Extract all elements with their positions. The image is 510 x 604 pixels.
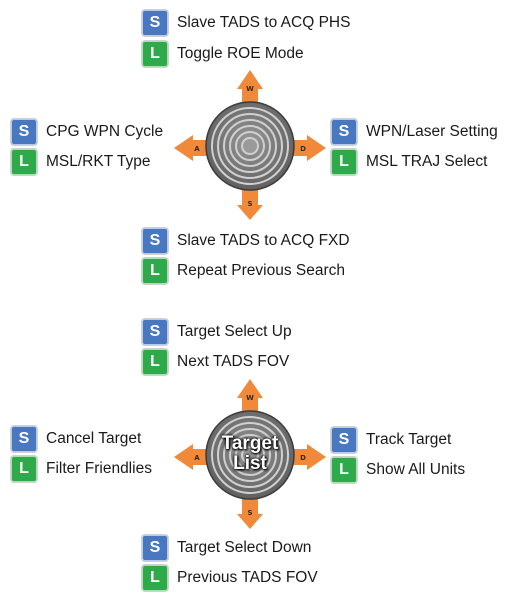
short-press-badge: S xyxy=(142,319,168,345)
long-press-badge: L xyxy=(331,149,357,175)
short-press-badge: S xyxy=(142,535,168,561)
down-long-binding: L Previous TADS FOV xyxy=(142,564,318,592)
short-press-badge: S xyxy=(331,119,357,145)
binding-label: MSL/RKT Type xyxy=(46,153,151,170)
binding-label: CPG WPN Cycle xyxy=(46,123,164,140)
left-short-binding: S CPG WPN Cycle xyxy=(11,118,163,146)
direction-letter-right: D xyxy=(300,145,306,153)
long-press-badge: L xyxy=(142,349,168,375)
short-press-badge: S xyxy=(331,427,357,453)
left-long-binding: L MSL/RKT Type xyxy=(11,148,151,176)
up-long-binding: L Next TADS FOV xyxy=(142,348,289,376)
up-long-binding: L Toggle ROE Mode xyxy=(142,40,304,68)
right-long-binding: L MSL TRAJ Select xyxy=(331,148,487,176)
up-short-binding: S Slave TADS to ACQ PHS xyxy=(142,9,350,37)
binding-label: Previous TADS FOV xyxy=(177,569,318,586)
binding-label: Cancel Target xyxy=(46,430,142,447)
binding-label: MSL TRAJ Select xyxy=(366,153,488,170)
long-press-badge: L xyxy=(11,456,37,482)
down-short-binding: S Target Select Down xyxy=(142,534,311,562)
long-press-badge: L xyxy=(142,258,168,284)
short-press-badge: S xyxy=(142,228,168,254)
direction-letter-down: S xyxy=(247,509,252,517)
binding-label: Target Select Up xyxy=(177,323,292,340)
hat-diagram-2: W S A D Target List S Target Select Up L… xyxy=(0,309,510,599)
direction-letter-up: W xyxy=(246,394,254,402)
long-press-badge: L xyxy=(142,41,168,67)
right-short-binding: S Track Target xyxy=(331,426,451,454)
binding-label: Slave TADS to ACQ FXD xyxy=(177,232,350,249)
right-short-binding: S WPN/Laser Setting xyxy=(331,118,498,146)
short-press-badge: S xyxy=(11,426,37,452)
down-short-binding: S Slave TADS to ACQ FXD xyxy=(142,227,350,255)
binding-label: Track Target xyxy=(366,431,452,448)
arrow-down: S xyxy=(237,498,263,529)
direction-letter-down: S xyxy=(247,200,252,208)
binding-label: Toggle ROE Mode xyxy=(177,45,304,62)
binding-label: WPN/Laser Setting xyxy=(366,123,498,140)
up-short-binding: S Target Select Up xyxy=(142,318,292,346)
down-long-binding: L Repeat Previous Search xyxy=(142,257,345,285)
long-press-badge: L xyxy=(142,565,168,591)
long-press-badge: L xyxy=(331,457,357,483)
left-short-binding: S Cancel Target xyxy=(11,425,141,453)
binding-label: Next TADS FOV xyxy=(177,353,290,370)
arrow-down: S xyxy=(237,189,263,220)
long-press-badge: L xyxy=(11,149,37,175)
direction-letter-left: A xyxy=(194,145,200,153)
binding-label: Slave TADS to ACQ PHS xyxy=(177,14,351,31)
short-press-badge: S xyxy=(142,10,168,36)
center-label: Target List xyxy=(221,433,279,474)
hat-rings xyxy=(205,101,295,191)
direction-letter-up: W xyxy=(246,85,254,93)
short-press-badge: S xyxy=(11,119,37,145)
hat-diagram-1: W S A D S Slave TADS to ACQ PHS L Toggle… xyxy=(0,0,510,290)
binding-label: Show All Units xyxy=(366,461,466,478)
binding-label: Repeat Previous Search xyxy=(177,262,346,279)
left-long-binding: L Filter Friendlies xyxy=(11,455,152,483)
binding-label: Target Select Down xyxy=(177,539,312,556)
right-long-binding: L Show All Units xyxy=(331,456,465,484)
binding-label: Filter Friendlies xyxy=(46,460,152,477)
